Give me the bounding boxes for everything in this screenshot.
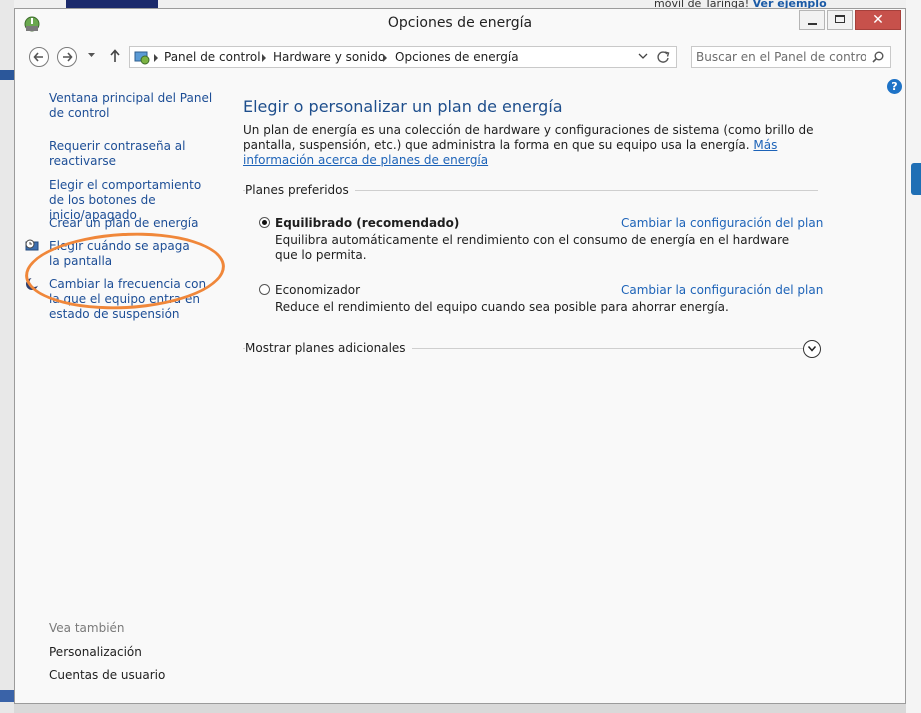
back-button[interactable]: [29, 47, 49, 67]
arrow-right-icon: [63, 52, 73, 62]
chevron-down-icon: [807, 346, 817, 352]
background-fragment: [911, 163, 921, 195]
plan-power-saver-change-link[interactable]: Cambiar la configuración del plan: [621, 283, 823, 297]
preferred-plans-heading: Planes preferidos: [245, 183, 355, 197]
breadcrumb-separator-icon[interactable]: [383, 54, 387, 62]
background-fragment: [0, 70, 14, 80]
background-fragment: [0, 690, 14, 702]
plan-power-saver-radio[interactable]: [259, 284, 270, 295]
window-title: Opciones de energía: [387, 15, 533, 31]
maximize-icon: [835, 15, 845, 23]
moon-icon: [26, 277, 39, 290]
up-arrow-icon[interactable]: [109, 49, 121, 63]
left-navigation-pane: Ventana principal del Panel de control R…: [15, 83, 227, 693]
power-options-window: Opciones de energía ✕ Panel de control H…: [14, 8, 906, 704]
background-snippet: móvil de Taringa! Ver ejemplo: [654, 0, 827, 8]
breadcrumb-hardware-y-sonido[interactable]: Hardware y sonido: [273, 50, 385, 64]
desktop-background-right: [906, 0, 921, 713]
desktop-background-top: móvil de Taringa! Ver ejemplo: [14, 0, 906, 8]
sidebar-item-sleep[interactable]: Cambiar la frecuencia con la que el equi…: [49, 277, 219, 322]
plan-balanced-description: Equilibra automáticamente el rendimiento…: [275, 233, 790, 262]
plan-power-saver-name[interactable]: Economizador: [275, 283, 360, 297]
clock-monitor-icon: [25, 239, 39, 251]
minimize-icon: [808, 23, 817, 25]
show-additional-plans-label[interactable]: Mostrar planes adicionales: [245, 341, 412, 355]
search-icon[interactable]: [872, 51, 884, 63]
recent-locations-dropdown-icon[interactable]: [87, 52, 96, 58]
see-also-personalization[interactable]: Personalización: [49, 645, 219, 660]
breadcrumb-opciones-de-energia[interactable]: Opciones de energía: [395, 50, 519, 64]
plan-balanced-name[interactable]: Equilibrado (recomendado): [275, 216, 459, 230]
search-box[interactable]: [691, 46, 891, 68]
intro-text: Un plan de energía es una colección de h…: [243, 123, 833, 168]
breadcrumb-separator-icon: [154, 54, 158, 62]
sidebar-item-require-password[interactable]: Requerir contraseña al reactivarse: [49, 139, 189, 169]
background-fragment: [66, 0, 158, 8]
plan-balanced-radio[interactable]: [259, 217, 270, 228]
plan-power-saver-description: Reduce el rendimiento del equipo cuando …: [275, 300, 729, 314]
navigation-bar: Panel de control Hardware y sonido Opcio…: [15, 43, 905, 73]
maximize-button[interactable]: [827, 10, 853, 30]
close-icon: ✕: [872, 12, 884, 28]
sidebar-item-control-panel-home[interactable]: Ventana principal del Panel de control: [49, 91, 219, 121]
see-also-heading: Vea también: [49, 621, 125, 635]
page-title: Elegir o personalizar un plan de energía: [243, 97, 563, 116]
intro-description: Un plan de energía es una colección de h…: [243, 123, 814, 152]
address-bar[interactable]: Panel de control Hardware y sonido Opcio…: [129, 46, 677, 68]
minimize-button[interactable]: [799, 10, 825, 30]
breadcrumb-panel-de-control[interactable]: Panel de control: [164, 50, 261, 64]
see-also-user-accounts[interactable]: Cuentas de usuario: [49, 668, 219, 683]
plan-balanced-change-link[interactable]: Cambiar la configuración del plan: [621, 216, 823, 230]
help-icon[interactable]: ?: [887, 79, 902, 94]
window-controls: ✕: [797, 10, 901, 30]
forward-button[interactable]: [57, 47, 77, 67]
close-button[interactable]: ✕: [855, 10, 901, 30]
control-panel-icon: [134, 51, 150, 65]
sidebar-item-display-off[interactable]: Elegir cuándo se apaga la pantalla: [49, 239, 199, 269]
breadcrumb-separator-icon[interactable]: [262, 54, 266, 62]
sidebar-item-create-plan[interactable]: Crear un plan de energía: [49, 216, 219, 231]
expand-button[interactable]: [803, 340, 821, 358]
refresh-icon[interactable]: [654, 50, 672, 64]
arrow-left-icon: [33, 52, 43, 62]
search-input[interactable]: [696, 48, 866, 66]
chevron-down-icon[interactable]: [638, 52, 648, 60]
title-bar[interactable]: Opciones de energía ✕: [15, 9, 905, 39]
desktop-background-left: [0, 0, 14, 713]
